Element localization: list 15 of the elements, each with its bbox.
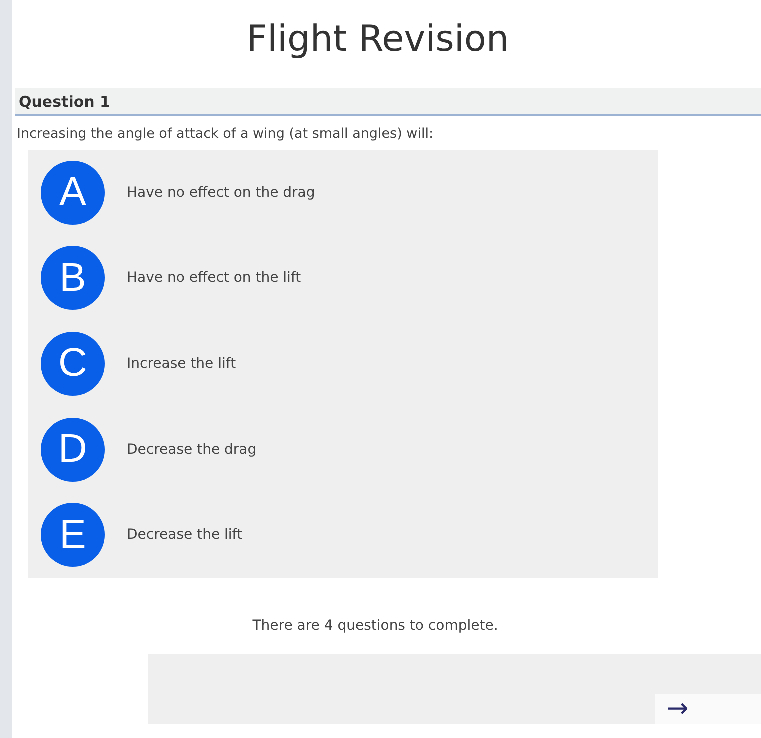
questions-count-text: There are 4 questions to complete.	[252, 618, 500, 634]
option-letter-button[interactable]: B	[41, 246, 105, 310]
option-letter-button[interactable]: A	[41, 160, 105, 225]
option-letter-button[interactable]: E	[41, 503, 105, 568]
option-letter-button[interactable]: D	[41, 418, 105, 482]
question-heading: Question 1	[15, 88, 761, 116]
option-text: Decrease the lift	[127, 527, 242, 544]
option-letter-button[interactable]: C	[41, 332, 105, 396]
question-text: Increasing the angle of attack of a wing (at small angles) will:	[17, 126, 434, 142]
next-button[interactable]: →	[655, 694, 761, 724]
option-text: Have no effect on the lift	[127, 270, 302, 286]
option-text: Have no effect on the drag	[127, 184, 316, 201]
option-text: Decrease the drag	[127, 442, 257, 458]
page-title: Flight Revision	[246, 18, 510, 62]
option-text: Increase the lift	[127, 356, 236, 372]
